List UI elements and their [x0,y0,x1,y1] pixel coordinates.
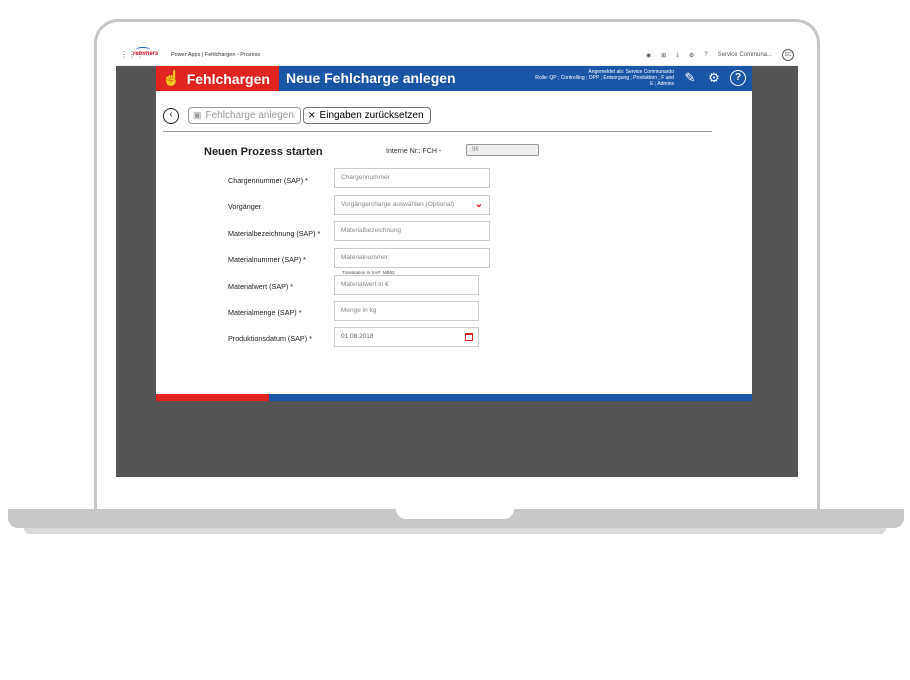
laptop-mockup: ⋮⋮⋮ remmers Power Apps | Fehlchargen - P… [0,0,910,680]
chargennummer-label: Chargennummer (SAP) * [228,176,308,185]
produktionsdatum-value: 01.08.2018 [341,333,374,340]
chargennummer-input[interactable]: Chargennummer [334,168,490,188]
back-arrow-icon[interactable]: ‹ [163,108,179,124]
vorgaenger-dropdown[interactable]: Vorgängercharge auswählen (Optional) ⌄ [334,195,490,215]
laptop-base-shadow [24,528,886,534]
login-line-3: E ; Admins [650,81,674,87]
powerapps-title: Power Apps | Fehlchargen - Prozess [171,52,261,58]
window-icon[interactable]: ⊞ [661,52,666,59]
materialwert-label: Materialwert (SAP) * [228,282,294,291]
footer-bar-blue [269,394,752,401]
avatar[interactable]: SC [782,49,794,61]
laptop-notch [396,509,514,519]
hand-icon: ☝ [162,70,181,87]
footer-bar-red [156,394,269,401]
page-title: Neue Fehlcharge anlegen [286,70,456,86]
download-icon[interactable]: ⤓ [676,52,679,59]
help-icon[interactable]: ? [704,52,707,58]
materialbezeichnung-label: Materialbezeichnung (SAP) * [228,229,321,238]
gear-icon[interactable]: ⚙ [706,70,722,86]
user-name: Service Communa... [717,52,772,58]
materialbezeichnung-input[interactable]: Materialbezeichnung [334,221,490,241]
produktionsdatum-label: Produktionsdatum (SAP) * [228,334,312,343]
edit-icon[interactable]: ✎ [682,70,698,86]
remmers-logo: remmers [133,51,159,57]
header-icons: ✎ ⚙ ? [682,70,746,86]
app-canvas: ☝ Fehlchargen Neue Fehlcharge anlegen An… [156,66,752,401]
materialwert-legend: Transkation in SAP: MB52 [340,270,397,275]
powerapps-bar: ⋮⋮⋮ remmers Power Apps | Fehlchargen - P… [116,45,798,66]
help-circle-icon[interactable]: ? [730,70,746,86]
reset-label: Eingaben zurücksetzen [319,110,424,121]
brand-block: ☝ Fehlchargen [156,66,279,91]
brand-name: Fehlchargen [186,70,270,87]
close-icon: ✕ [308,110,316,120]
calendar-icon[interactable] [465,333,473,341]
login-info: Angemeldet als: Service Communardo Rolle… [486,69,674,87]
vorgaenger-placeholder: Vorgängercharge auswählen (Optional) [341,201,455,208]
screen: ⋮⋮⋮ remmers Power Apps | Fehlchargen - P… [116,45,798,477]
intern-number-field: 96 [466,144,539,156]
materialnummer-label: Materialnummer (SAP) * [228,255,306,264]
vorgaenger-label: Vorgänger [228,202,262,211]
app-header: ☝ Fehlchargen Neue Fehlcharge anlegen An… [156,66,752,91]
intern-number-label: Interne Nr.: FCH - [386,148,442,155]
toolbar-divider [163,131,712,132]
save-icon: ▣ [193,110,202,120]
save-label: Fehlcharge anlegen [205,110,294,121]
powerapps-tray: ◉ ⊞ ⤓ ⚙ ? Service Communa... SC [646,49,794,61]
materialwert-input[interactable]: Materialwert in € [334,275,479,295]
save-button[interactable]: ▣ Fehlcharge anlegen [188,107,301,124]
materialmenge-input[interactable]: Menge in kg [334,301,479,321]
produktionsdatum-input[interactable]: 01.08.2018 [334,327,479,347]
materialmenge-label: Materialmenge (SAP) * [228,308,302,317]
reset-button[interactable]: ✕ Eingaben zurücksetzen [303,107,431,124]
chevron-down-icon[interactable]: ⌄ [475,196,483,214]
environment-icon[interactable]: ◉ [646,52,651,59]
materialnummer-input[interactable]: Materialnummer [334,248,490,268]
section-title: Neuen Prozess starten [204,146,323,158]
settings-icon[interactable]: ⚙ [689,52,694,59]
